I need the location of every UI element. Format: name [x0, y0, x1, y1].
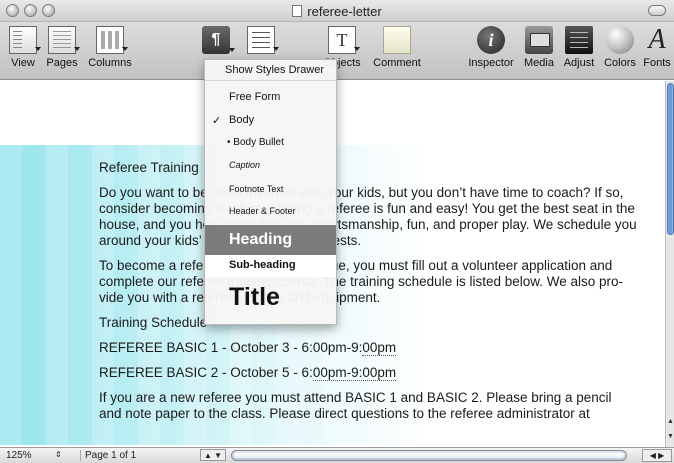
page-indicator: Page 1 of 1 [80, 450, 136, 461]
title-bar: referee-letter [0, 0, 674, 22]
info-icon: i [477, 26, 505, 54]
menu-item-label: Free Form [229, 91, 281, 103]
menu-item-label: Heading [229, 231, 293, 248]
colors-label: Colors [604, 57, 636, 69]
vertical-scroll-thumb[interactable] [667, 83, 674, 235]
toolbar-toggle-button[interactable] [648, 5, 666, 16]
schedule-basic-1-end: 00pm [362, 340, 397, 356]
menu-item-free-form[interactable]: Free Form [205, 91, 336, 103]
schedule-basic-1-text: REFEREE BASIC 1 - October 3 - 6:00pm-9: [99, 340, 363, 355]
scroll-down-arrow-icon[interactable]: ▼ [667, 433, 674, 441]
adjust-label: Adjust [563, 57, 595, 69]
media-button[interactable]: Media [521, 26, 557, 69]
comment-button[interactable]: Comment [372, 26, 422, 69]
menu-item-show-styles-drawer[interactable]: Show Styles Drawer [205, 60, 336, 80]
paragraph-new-referee: If you are a new referee you must attend… [99, 390, 612, 421]
schedule-basic-2-text: REFEREE BASIC 2 - October 5 - 6: [99, 365, 313, 380]
fonts-button[interactable]: A Fonts [640, 24, 674, 70]
menu-item-label: Title [229, 283, 280, 311]
schedule-heading: Training Schedule [99, 315, 208, 330]
pages-window: referee-letter View Pages Columns ¶ T Ob… [0, 0, 674, 463]
comment-icon [383, 26, 411, 54]
page-navigation-arrows[interactable]: ▲ ▼ [200, 449, 226, 461]
colors-button[interactable]: Colors [601, 26, 639, 69]
window-title: referee-letter [0, 4, 674, 19]
zoom-level[interactable]: 125% [6, 450, 32, 461]
menu-item-title[interactable]: Title [205, 283, 336, 312]
menu-item-caption[interactable]: Caption [205, 160, 336, 170]
view-button[interactable]: View [3, 26, 43, 69]
menu-item-heading[interactable]: Heading [205, 225, 336, 255]
horizontal-scrollbar[interactable] [231, 450, 627, 461]
schedule-basic-2-end: 00pm-9:00pm [312, 365, 397, 381]
media-label: Media [524, 57, 554, 69]
fonts-label: Fonts [643, 57, 671, 69]
list-icon [247, 26, 279, 54]
color-wheel-icon [606, 26, 634, 54]
comment-label: Comment [373, 57, 421, 69]
paragraph-become-referee: To become a referee for the youth league… [99, 258, 624, 305]
menu-separator [205, 80, 336, 81]
menu-item-label: • Body Bullet [227, 137, 284, 148]
pages-icon [48, 26, 80, 54]
vertical-scrollbar[interactable]: ▲ ▼ [665, 81, 674, 447]
menu-item-sub-heading[interactable]: Sub-heading [205, 255, 336, 277]
schedule-basic-1: REFEREE BASIC 1 - October 3 - 6:00pm-9:0… [99, 340, 637, 356]
window-title-text: referee-letter [307, 4, 382, 19]
menu-item-body-bullet[interactable]: • Body Bullet [205, 137, 336, 148]
document-icon [292, 5, 303, 17]
inspector-label: Inspector [468, 57, 514, 69]
text-box-icon: T [328, 26, 360, 54]
pages-button[interactable]: Pages [42, 26, 82, 69]
section-heading: Referee Training [99, 160, 199, 175]
fonts-icon: A [648, 24, 666, 55]
columns-icon [96, 26, 128, 54]
paragraph-intro: Do you want to be more involved with you… [99, 185, 637, 248]
columns-label: Columns [88, 57, 132, 69]
menu-item-label: Body [229, 114, 255, 126]
status-bar: 125% ⇕ Page 1 of 1 ▲ ▼ ◀ ▶ [0, 447, 674, 463]
paragraph-icon: ¶ [202, 26, 235, 54]
columns-button[interactable]: Columns [85, 26, 135, 69]
media-icon [525, 26, 553, 54]
schedule-basic-2: REFEREE BASIC 2 - October 5 - 6:00pm-9:0… [99, 365, 637, 381]
menu-item-label: Caption [229, 160, 261, 170]
styles-button[interactable]: ¶ [198, 26, 235, 54]
menu-item-label: Header & Footer [229, 206, 296, 216]
menu-item-footnote-text[interactable]: Footnote Text [205, 184, 336, 194]
adjust-icon [565, 26, 593, 54]
menu-item-body[interactable]: ✓ Body [205, 114, 336, 127]
horizontal-scroll-arrows[interactable]: ◀ ▶ [642, 449, 672, 462]
view-icon [9, 26, 41, 54]
menu-item-label: Sub-heading [229, 259, 296, 271]
adjust-button[interactable]: Adjust [560, 26, 598, 69]
toolbar: View Pages Columns ¶ T Objects Comment i… [0, 22, 674, 80]
view-label: View [11, 57, 35, 69]
lists-button[interactable] [243, 26, 279, 54]
checkmark-icon: ✓ [212, 115, 222, 127]
inspector-button[interactable]: i Inspector [466, 26, 516, 69]
scroll-up-arrow-icon[interactable]: ▲ [667, 418, 674, 426]
styles-menu: Show Styles Drawer Free Form ✓ Body • Bod… [204, 59, 337, 325]
pages-label: Pages [46, 57, 78, 69]
menu-item-label: Footnote Text [229, 184, 284, 194]
zoom-stepper-icon[interactable]: ⇕ [55, 450, 62, 459]
body-text[interactable]: Referee Training Do you want to be more … [99, 160, 637, 431]
menu-item-header-footer[interactable]: Header & Footer [205, 206, 336, 216]
